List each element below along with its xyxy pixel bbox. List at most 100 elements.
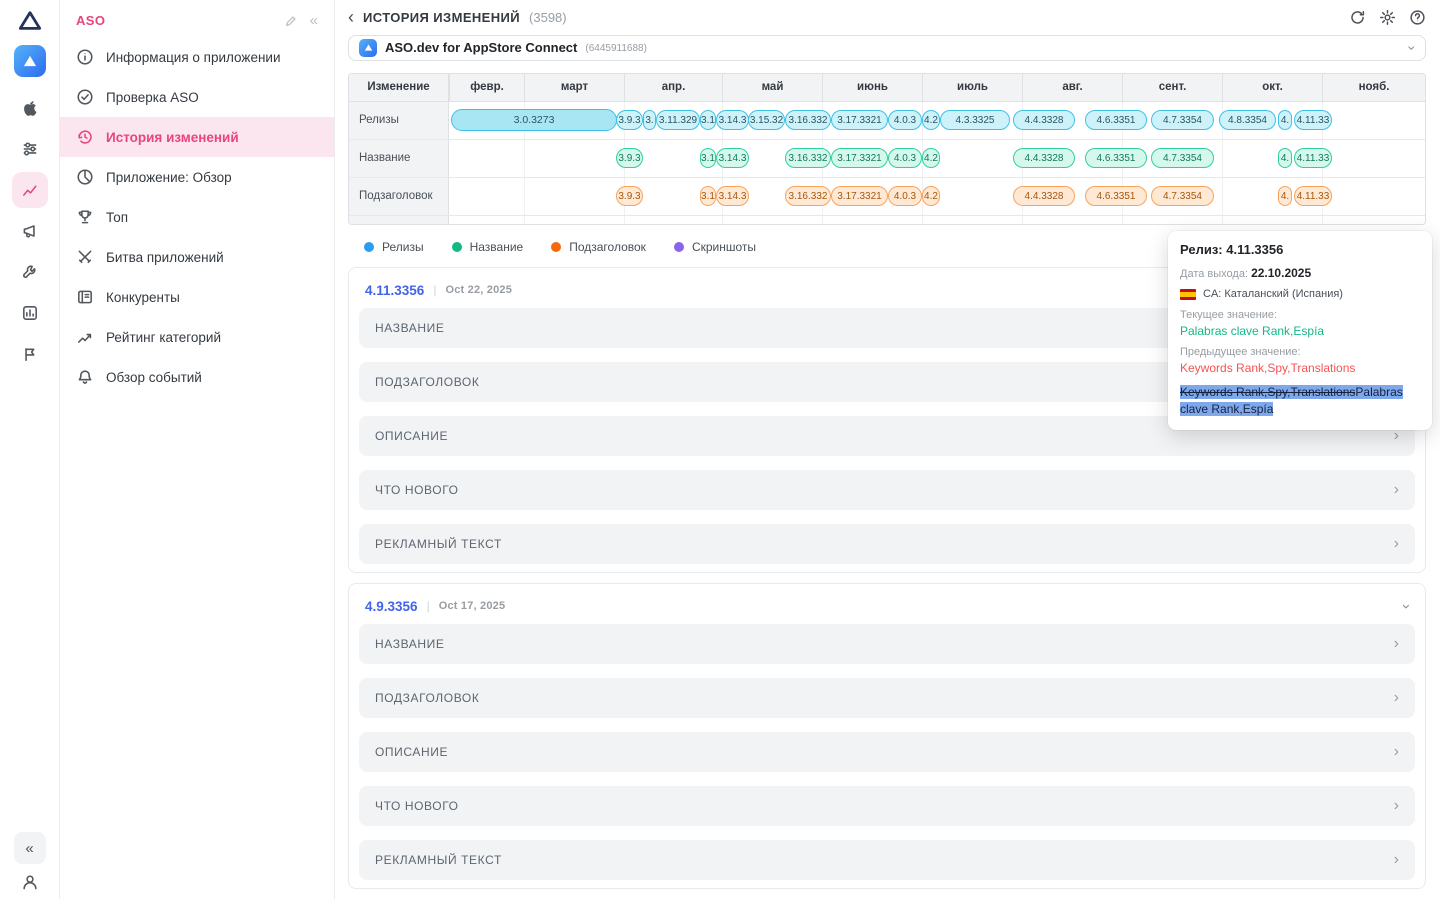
version-pill[interactable]: 4.7.3354 bbox=[1151, 148, 1214, 168]
field-row[interactable]: ПОДЗАГОЛОВОК› bbox=[359, 678, 1415, 718]
refresh-icon[interactable] bbox=[1349, 9, 1366, 26]
analytics-icon[interactable] bbox=[12, 172, 48, 208]
version-pill[interactable]: 3.16.332 bbox=[785, 110, 831, 130]
version-pill[interactable]: 4. bbox=[1278, 186, 1292, 206]
icon-rail: « bbox=[0, 0, 60, 899]
version-pill[interactable]: 4.0.3 bbox=[888, 110, 922, 130]
version-pill[interactable]: 4.11.33 bbox=[1294, 110, 1332, 130]
version-pill[interactable]: 4.6.3351 bbox=[1085, 148, 1147, 168]
version-pill[interactable]: 3.1 bbox=[700, 186, 716, 206]
field-row[interactable]: ЧТО НОВОГО› bbox=[359, 786, 1415, 826]
version-pill[interactable]: 3. bbox=[643, 110, 656, 130]
version-pill[interactable]: 4.2 bbox=[922, 148, 940, 168]
version-pill[interactable]: 4.7.3354 bbox=[1151, 186, 1214, 206]
metrics-icon[interactable] bbox=[12, 131, 48, 167]
version-pill[interactable]: 4.11.33 bbox=[1294, 148, 1332, 168]
field-row[interactable]: РЕКЛАМНЫЙ ТЕКСТ› bbox=[359, 524, 1415, 564]
version-pill[interactable]: 4.7.3354 bbox=[1151, 110, 1214, 130]
legend-item[interactable]: Релизы bbox=[364, 240, 424, 254]
legend-item[interactable]: Скриншоты bbox=[674, 240, 756, 254]
records-count: (3598) bbox=[529, 10, 567, 25]
legend-label: Подзаголовок bbox=[569, 240, 646, 254]
sidebar-item[interactable]: История изменений bbox=[60, 117, 334, 157]
version-pill[interactable]: 3.0.3273 bbox=[451, 109, 617, 131]
app-name: ASO.dev for AppStore Connect bbox=[385, 40, 577, 55]
version-pill[interactable]: 4.4.3328 bbox=[1013, 110, 1075, 130]
version-pill[interactable]: 3.15.32 bbox=[748, 110, 785, 130]
version-pill[interactable]: 4.11.33 bbox=[1294, 186, 1332, 206]
version-pill[interactable]: 3.14.3 bbox=[716, 186, 749, 206]
release-version-link[interactable]: 4.9.3356 bbox=[365, 599, 418, 614]
legend-item[interactable]: Название bbox=[452, 240, 524, 254]
version-pill[interactable]: 4.2 bbox=[922, 110, 940, 130]
version-pill[interactable]: 3.1 bbox=[700, 148, 716, 168]
sidebar-item-label: Информация о приложении bbox=[106, 50, 281, 65]
app-selector[interactable]: ASO.dev for AppStore Connect (6445911688… bbox=[348, 35, 1426, 60]
version-pill[interactable]: 4.2 bbox=[922, 186, 940, 206]
chevron-down-icon[interactable]: › bbox=[1399, 604, 1414, 609]
version-pill[interactable]: 4. bbox=[1278, 110, 1292, 130]
help-icon[interactable] bbox=[1409, 9, 1426, 26]
field-row[interactable]: НАЗВАНИЕ› bbox=[359, 624, 1415, 664]
sidebar-item[interactable]: Приложение: Обзор bbox=[60, 157, 334, 197]
sidebar-item[interactable]: Обзор событий bbox=[60, 357, 334, 397]
version-pill[interactable]: 3.11.329 bbox=[656, 110, 700, 130]
flag-icon[interactable] bbox=[12, 336, 48, 372]
version-pill[interactable]: 3.1 bbox=[700, 110, 716, 130]
subtitle-legend-dot bbox=[551, 242, 561, 252]
sidebar-item[interactable]: Топ bbox=[60, 197, 334, 237]
version-pill[interactable]: 3.14.3 bbox=[716, 148, 749, 168]
legend-item[interactable]: Подзаголовок bbox=[551, 240, 646, 254]
version-pill[interactable]: 3.14.3 bbox=[716, 110, 749, 130]
version-pill[interactable]: 4.0.3 bbox=[888, 148, 922, 168]
release-version-link[interactable]: 4.11.3356 bbox=[365, 283, 424, 298]
version-pill[interactable]: 4.8.3354 bbox=[1219, 110, 1276, 130]
changes-timeline: Изменение февр.мартапр.майиюньиюльавг.се… bbox=[348, 73, 1426, 225]
version-pill[interactable]: 4.6.3351 bbox=[1085, 110, 1147, 130]
field-row[interactable]: ОПИСАНИЕ› bbox=[359, 732, 1415, 772]
version-pill[interactable]: 3.16.332 bbox=[785, 148, 831, 168]
settings-icon[interactable] bbox=[1379, 9, 1396, 26]
edit-icon[interactable] bbox=[284, 14, 298, 28]
version-pill[interactable]: 4.3.3325 bbox=[940, 110, 1010, 130]
version-pill[interactable]: 3.9.3 bbox=[616, 110, 643, 130]
version-pill[interactable]: 3.17.3321 bbox=[831, 110, 888, 130]
user-icon[interactable] bbox=[21, 873, 39, 891]
check-icon bbox=[76, 88, 94, 106]
appstore-icon[interactable] bbox=[12, 90, 48, 126]
tooltip-previous-label: Предыдущее значение: bbox=[1180, 346, 1420, 358]
announce-icon[interactable] bbox=[12, 213, 48, 249]
version-pill[interactable]: 4. bbox=[1278, 148, 1292, 168]
sidebar-item[interactable]: Битва приложений bbox=[60, 237, 334, 277]
sidebar-item[interactable]: Информация о приложении bbox=[60, 37, 334, 77]
version-pill[interactable]: 4.6.3351 bbox=[1085, 186, 1147, 206]
grid-cell bbox=[1322, 102, 1425, 139]
version-pill[interactable]: 3.17.3321 bbox=[831, 148, 888, 168]
timeline-row-label: Скриншоты bbox=[349, 216, 449, 225]
collapse-rail-button[interactable]: « bbox=[14, 832, 46, 864]
tools-icon[interactable] bbox=[12, 254, 48, 290]
sidebar-item[interactable]: Рейтинг категорий bbox=[60, 317, 334, 357]
version-pill[interactable]: 3.17.3321 bbox=[831, 186, 888, 206]
reports-icon[interactable] bbox=[12, 295, 48, 331]
version-pill[interactable]: 4.4.3328 bbox=[1013, 186, 1075, 206]
version-pill[interactable]: 3.9.3 bbox=[616, 186, 643, 206]
grid-cell bbox=[1322, 178, 1425, 215]
collapse-sidebar-icon[interactable]: « bbox=[310, 13, 318, 28]
month-header: март bbox=[524, 74, 624, 101]
version-pill[interactable]: 4.4.3328 bbox=[1013, 148, 1075, 168]
sidebar-item-label: Приложение: Обзор bbox=[106, 170, 232, 185]
field-row[interactable]: ЧТО НОВОГО› bbox=[359, 470, 1415, 510]
grid-cell bbox=[1222, 216, 1322, 225]
sidebar-item[interactable]: Конкуренты bbox=[60, 277, 334, 317]
screens-legend-dot bbox=[674, 242, 684, 252]
version-pill[interactable]: 4.0.3 bbox=[888, 186, 922, 206]
field-row[interactable]: РЕКЛАМНЫЙ ТЕКСТ› bbox=[359, 840, 1415, 880]
spain-flag-icon bbox=[1180, 289, 1196, 300]
back-button[interactable]: ‹ bbox=[348, 8, 354, 26]
sidebar-item[interactable]: Проверка ASO bbox=[60, 77, 334, 117]
version-pill[interactable]: 3.9.3 bbox=[616, 148, 643, 168]
current-app-icon[interactable] bbox=[14, 45, 46, 77]
version-pill[interactable]: 3.16.332 bbox=[785, 186, 831, 206]
grid-cell bbox=[822, 216, 922, 225]
